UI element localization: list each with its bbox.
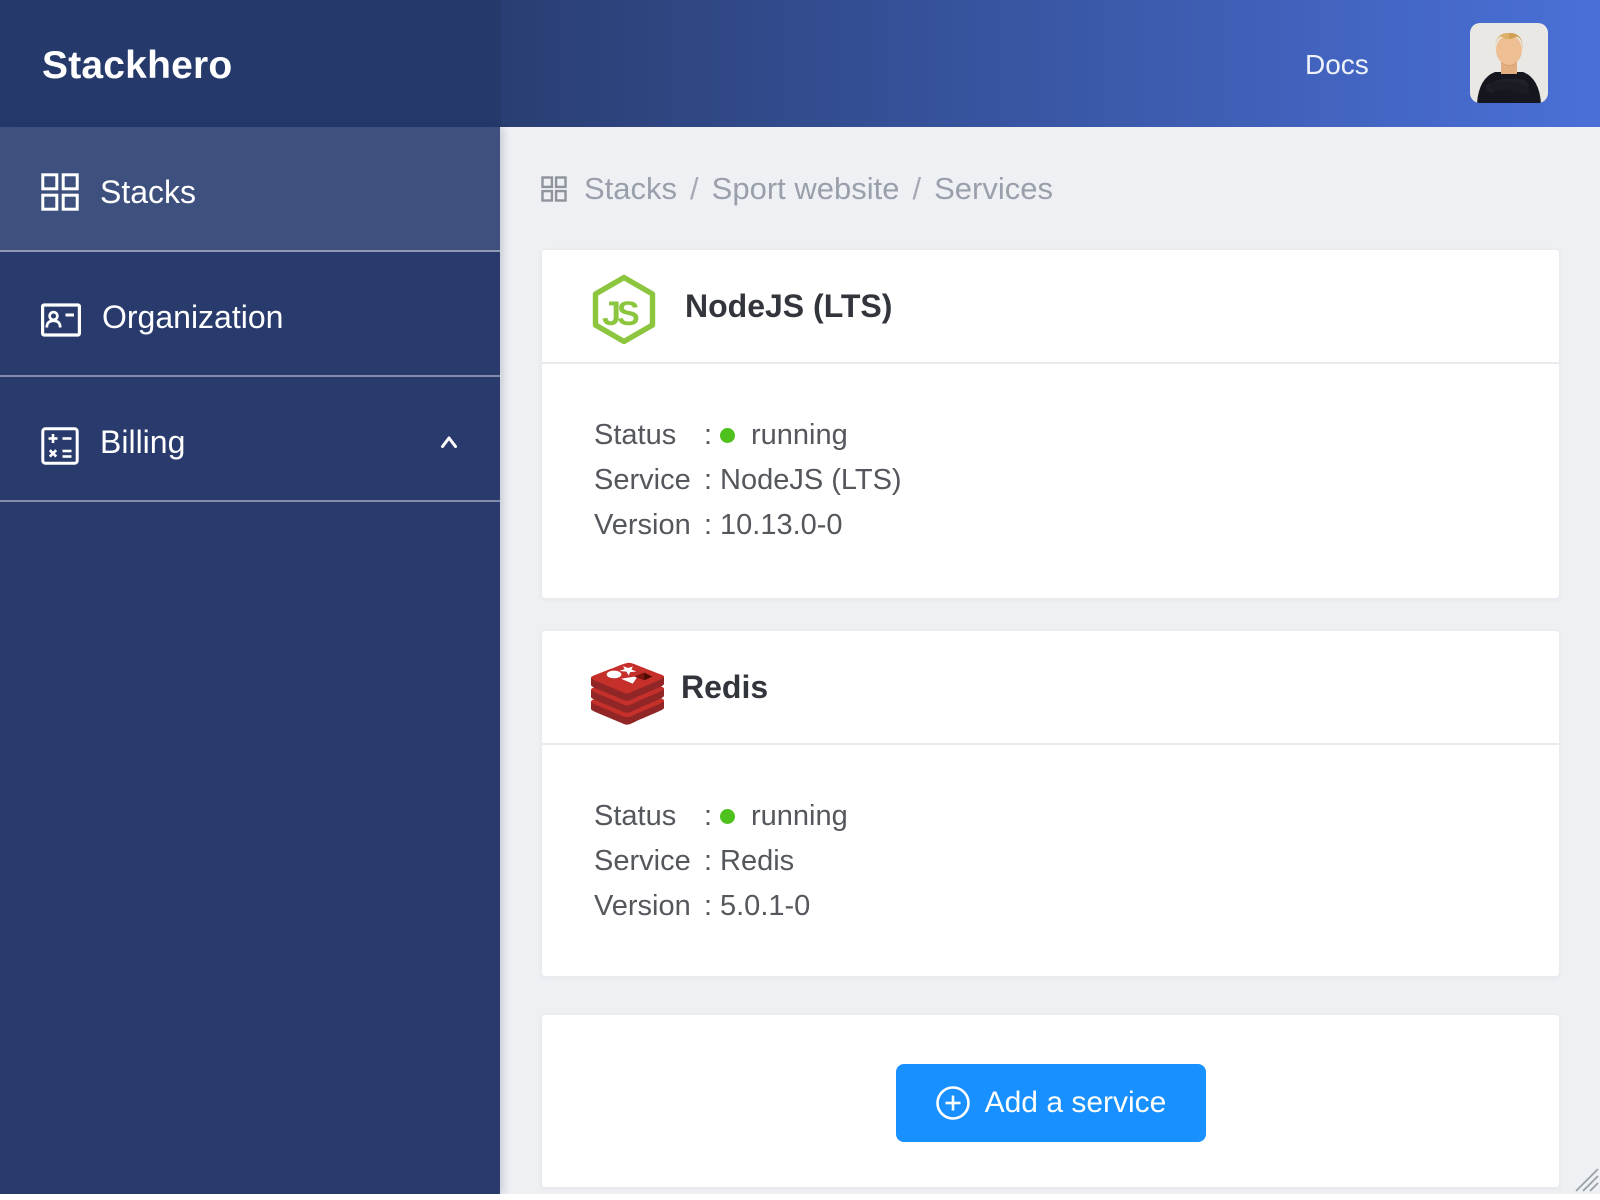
svg-text:S: S — [617, 295, 640, 333]
